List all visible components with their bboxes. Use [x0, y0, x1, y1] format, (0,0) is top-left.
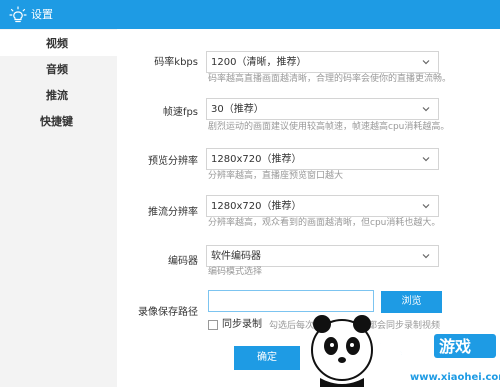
sidebar: 视频 音频 推流 快捷键: [0, 29, 117, 387]
chevron-down-icon: [422, 107, 430, 112]
preview-resolution-label: 预览分辨率: [148, 156, 198, 167]
chevron-down-icon: [422, 204, 430, 209]
panda-icon: [311, 315, 373, 387]
fps-value: 30（推荐）: [211, 104, 264, 115]
chevron-down-icon: [422, 157, 430, 162]
sidebar-item-video[interactable]: 视频: [0, 30, 117, 56]
bitrate-label: 码率kbps: [154, 57, 198, 68]
record-path-label: 录像保存路径: [138, 307, 198, 318]
chevron-down-icon: [422, 254, 430, 259]
sidebar-item-label: 推流: [46, 89, 68, 102]
preview-resolution-value: 1280x720（推荐）: [211, 154, 302, 165]
brand-url: www.xiaohei.com: [410, 372, 500, 383]
encoder-select[interactable]: 软件编码器: [206, 245, 439, 267]
bitrate-select[interactable]: 1200（清晰，推荐）: [206, 51, 439, 73]
watermark-logo: 小黑 游戏 www.xiaohei.com: [311, 315, 500, 387]
sync-record-label: 同步录制: [222, 319, 262, 330]
stream-resolution-label: 推流分辨率: [148, 207, 198, 218]
sync-record-checkbox[interactable]: [208, 320, 218, 330]
window-title: 设置: [31, 8, 53, 21]
fps-hint: 剧烈运动的画面建议使用较高帧速，帧速越高cpu消耗越高。: [208, 122, 450, 132]
sidebar-item-label: 音频: [46, 63, 68, 76]
sidebar-item-label: 快捷键: [40, 115, 73, 128]
brand-text-small-black: 小黑: [374, 333, 434, 368]
brand-text-games: 游戏: [439, 337, 471, 356]
bitrate-value: 1200（清晰，推荐）: [211, 57, 307, 68]
sidebar-item-stream[interactable]: 推流: [0, 82, 117, 108]
ok-button[interactable]: 确定: [234, 346, 300, 370]
sidebar-item-label: 视频: [46, 37, 68, 50]
encoder-label: 编码器: [168, 256, 198, 267]
fps-select[interactable]: 30（推荐）: [206, 98, 439, 120]
bitrate-hint: 码率越高直播画面越清晰，合理的码率会使你的直播更流畅。: [208, 74, 452, 84]
sidebar-item-hotkeys[interactable]: 快捷键: [0, 108, 117, 134]
preview-resolution-hint: 分辨率越高，直播座预览窗口越大: [208, 171, 344, 181]
fps-label: 帧速fps: [162, 107, 198, 118]
lightbulb-icon: [9, 6, 27, 23]
stream-resolution-hint: 分辨率越高，观众看到的画面越清晰，但cpu消耗也越大。: [208, 218, 441, 228]
stream-resolution-select[interactable]: 1280x720（推荐）: [206, 195, 439, 217]
stream-resolution-value: 1280x720（推荐）: [211, 201, 302, 212]
chevron-down-icon: [422, 60, 430, 65]
encoder-value: 软件编码器: [211, 251, 261, 262]
sidebar-item-audio[interactable]: 音频: [0, 56, 117, 82]
encoder-hint: 编码模式选择: [208, 267, 263, 277]
preview-resolution-select[interactable]: 1280x720（推荐）: [206, 148, 439, 170]
title-bar: 设置: [0, 0, 500, 29]
